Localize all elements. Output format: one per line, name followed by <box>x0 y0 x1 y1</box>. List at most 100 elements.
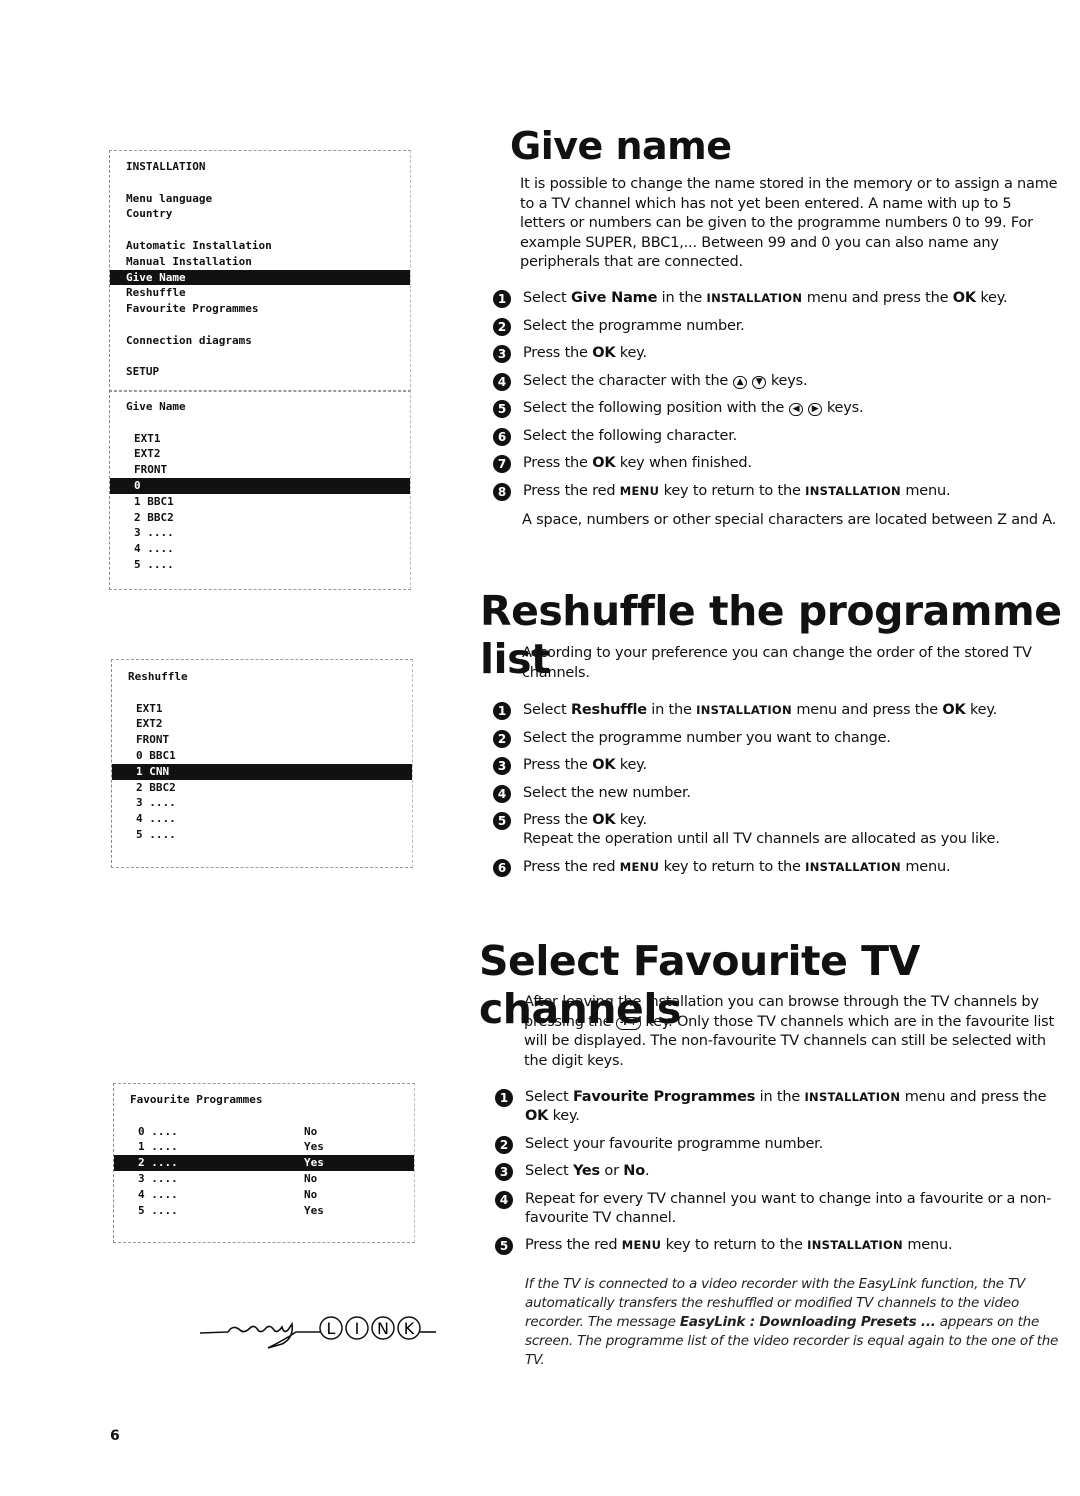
text: key when finished. <box>615 455 752 471</box>
step-number-icon: 6 <box>493 427 511 446</box>
reshuffle-intro: According to your preference you can cha… <box>522 645 1032 681</box>
text: Press the red <box>523 482 620 499</box>
bold-term: OK <box>592 812 616 828</box>
favourite-row: 3 .... No <box>114 1171 414 1187</box>
step-number-icon: 1 <box>495 1089 513 1107</box>
step-item: 3 Select Yes or No. <box>495 1162 1060 1181</box>
text: or <box>600 1163 624 1179</box>
text: Select <box>523 290 571 306</box>
programme-number: 3 .... <box>138 1171 178 1185</box>
favourite-value: No <box>304 1187 318 1201</box>
step-item: 6 Press the red MENU key to return to the… <box>493 858 1063 877</box>
text: menu. <box>900 482 951 499</box>
text: Select your favourite programme number. <box>525 1135 824 1152</box>
logo-letter: L <box>327 1319 336 1338</box>
give-name-intro: It is possible to change the name stored… <box>520 176 1058 270</box>
menu-item: EXT2 <box>136 717 163 731</box>
step-number-icon: 3 <box>493 757 511 775</box>
give-name-after-note: A space, numbers or other special charac… <box>522 512 1057 528</box>
logo-letter: N <box>377 1319 389 1338</box>
menu-item: 0 <box>110 477 410 494</box>
menu-item: EXT2 <box>134 447 161 461</box>
menu-title: Give Name <box>126 400 186 413</box>
favourite-value: Yes <box>304 1156 324 1170</box>
menu-item: FRONT <box>134 463 168 477</box>
bold-term: No <box>623 1163 645 1179</box>
bold-term: OK <box>592 345 616 361</box>
text: key. <box>615 345 647 361</box>
text: key. <box>965 702 998 718</box>
programme-number: 4 .... <box>138 1187 178 1201</box>
key-icon: ▼ <box>751 375 767 389</box>
text: Press the <box>523 757 593 773</box>
step-item: 8 Press the red MENU key to return to the… <box>493 482 1063 501</box>
step-item: 3 Press the OK key. <box>493 344 1063 363</box>
favourite-row: 5 .... Yes <box>114 1203 414 1219</box>
favourite-row: 2 .... Yes <box>114 1155 414 1171</box>
menu-name: MENU <box>619 859 660 874</box>
step-number-icon: 4 <box>495 1190 513 1209</box>
favourite-steps: 1 Select Favourite Programmes in the INST… <box>495 1088 1060 1264</box>
menu-item: 5 .... <box>134 557 174 571</box>
menu-item: 3 .... <box>136 796 176 810</box>
text: Repeat the operation until all TV channe… <box>523 831 1000 847</box>
step-item: 4 Select the character with the ▲ ▼ keys. <box>493 372 1063 391</box>
menu-item: Reshuffle <box>126 286 186 300</box>
text: in the <box>646 702 697 718</box>
text: key to return to the <box>659 858 806 875</box>
favourite-value: Yes <box>304 1203 324 1217</box>
text: Select <box>523 702 571 718</box>
step-number-icon: 4 <box>493 784 511 803</box>
text: keys. <box>766 372 808 389</box>
programme-number: 5 .... <box>138 1203 178 1217</box>
favourite-programmes-menu-screen: Favourite Programmes 0 .... No 1 .... Yes 2 .… <box>113 1083 415 1243</box>
bold-term: OK <box>942 702 966 718</box>
menu-item: 1 BBC1 <box>134 494 174 508</box>
text: key to return to the <box>661 1237 808 1253</box>
bold-term: OK <box>592 455 616 471</box>
step-number-icon: 1 <box>493 290 511 308</box>
bold-term: Reshuffle <box>570 702 647 718</box>
give-name-menu-screen: Give Name EXT1 EXT2 FRONT 0 1 BBC1 2 BBC2 3 ...… <box>109 390 411 590</box>
page-number: 6 <box>110 1428 120 1444</box>
menu-name: INSTALLATION <box>807 1238 903 1252</box>
text: . <box>644 1163 650 1179</box>
menu-item: Automatic Installation <box>126 238 272 252</box>
menu-item: Manual Installation <box>126 254 252 268</box>
key-icon: ▲ <box>732 375 748 389</box>
bold-term: Yes <box>572 1163 600 1179</box>
step-number-icon: 2 <box>495 1135 513 1154</box>
menu-name: INSTALLATION <box>706 291 803 305</box>
text: Press the red <box>523 858 620 875</box>
step-item: 1 Select Favourite Programmes in the INST… <box>495 1088 1060 1126</box>
text: menu and press the <box>900 1089 1047 1105</box>
text <box>747 373 751 389</box>
favourite-intro: After leaving the installation you can b… <box>524 993 1064 1071</box>
text: keys. <box>822 400 864 416</box>
favourite-value: No <box>304 1171 318 1185</box>
bold-term: Give Name <box>570 290 658 306</box>
menu-title: Reshuffle <box>128 670 188 683</box>
easylink-note: If the TV is connected to a video record… <box>525 1275 1060 1370</box>
menu-title: Favourite Programmes <box>130 1093 263 1106</box>
key-icon: ▶ <box>807 403 823 416</box>
menu-item: FRONT <box>136 733 170 747</box>
text: menu and press the <box>791 702 943 718</box>
reshuffle-menu-screen: Reshuffle EXT1 EXT2 FRONT 0 BBC1 1 CNN 2 BBC2 3… <box>111 659 413 868</box>
text: key. <box>615 812 647 828</box>
favourite-row: 4 .... No <box>114 1187 414 1203</box>
bold-term: Favourite Programmes <box>572 1089 756 1105</box>
bold-term: OK <box>525 1108 549 1124</box>
step-number-icon: 5 <box>493 812 511 830</box>
menu-item: Menu language <box>126 191 213 205</box>
menu-item: EXT1 <box>134 431 161 445</box>
step-item: 1 Select Give Name in the INSTALLATION me… <box>493 289 1063 308</box>
menu-item: EXT1 <box>136 701 163 715</box>
text: Select <box>525 1163 573 1179</box>
programme-number: 1 .... <box>138 1140 178 1154</box>
reshuffle-steps: 1 Select Reshuffle in the INSTALLATION me… <box>493 701 1063 885</box>
manual-page: INSTALLATION Menu language Country Automati… <box>0 0 1080 1496</box>
